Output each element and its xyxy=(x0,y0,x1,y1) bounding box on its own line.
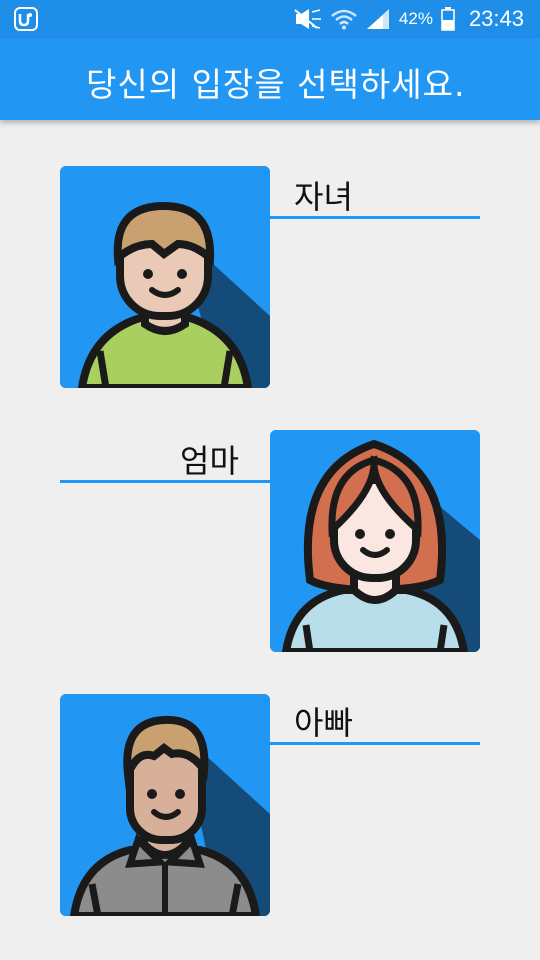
mom-avatar-icon xyxy=(270,430,480,652)
mom-avatar-button[interactable] xyxy=(270,430,480,652)
child-avatar-icon xyxy=(60,166,270,388)
status-bar: 42% 23:43 xyxy=(0,0,540,38)
child-avatar-button[interactable] xyxy=(60,166,270,388)
page-title: 당신의 입장을 선택하세요. xyxy=(86,65,466,104)
app-header: 당신의 입장을 선택하세요. xyxy=(0,38,540,120)
role-label-mom[interactable]: 엄마 xyxy=(180,436,239,482)
role-underline-dad xyxy=(270,742,480,745)
role-underline-child xyxy=(270,216,480,219)
mute-icon xyxy=(294,9,321,29)
dad-avatar-button[interactable] xyxy=(60,694,270,916)
role-label-dad[interactable]: 아빠 xyxy=(294,698,353,744)
battery-icon xyxy=(441,7,455,31)
status-clock: 23:43 xyxy=(468,6,524,31)
role-label-child[interactable]: 자녀 xyxy=(294,172,353,218)
wifi-icon xyxy=(331,9,357,30)
battery-percent: 42% xyxy=(398,9,433,28)
signal-icon xyxy=(366,9,389,29)
app-notification-icon xyxy=(14,7,38,31)
dad-avatar-icon xyxy=(60,694,270,916)
role-underline-mom xyxy=(60,480,270,483)
